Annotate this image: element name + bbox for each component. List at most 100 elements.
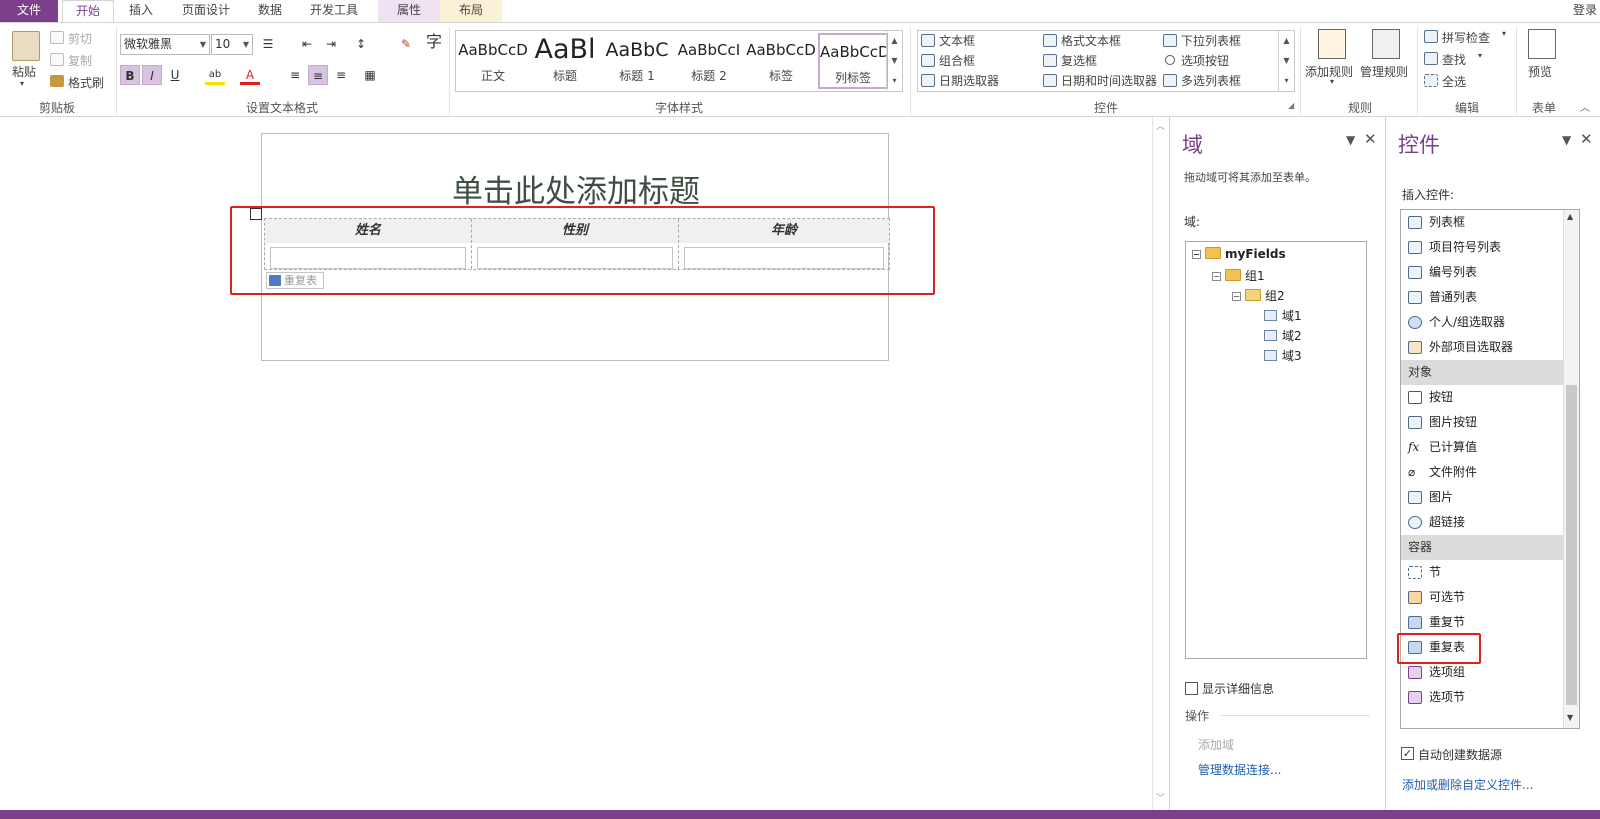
- underline-button[interactable]: U: [165, 65, 185, 85]
- control-listbox[interactable]: 列表框: [1401, 210, 1563, 235]
- add-remove-custom-controls-link[interactable]: 添加或删除自定义控件...: [1402, 776, 1533, 793]
- collapse-icon[interactable]: −: [1232, 292, 1241, 301]
- tab-home[interactable]: 开始: [62, 0, 114, 23]
- tree-node-field3[interactable]: 域3: [1264, 347, 1302, 364]
- close-icon[interactable]: ✕: [1364, 130, 1377, 148]
- collapse-ribbon-icon[interactable]: ︿: [1580, 99, 1590, 114]
- control-choice-section[interactable]: 选项节: [1401, 685, 1563, 710]
- dialog-launcher-icon[interactable]: ◢: [1288, 101, 1294, 110]
- scroll-up-icon[interactable]: ▲: [1567, 212, 1573, 221]
- tab-page-design[interactable]: 页面设计: [170, 0, 242, 22]
- control-repeating-section[interactable]: 重复节: [1401, 610, 1563, 635]
- tree-node-group1[interactable]: − 组1: [1212, 267, 1265, 284]
- line-spacing-icon[interactable]: ↕: [351, 34, 371, 54]
- find-button[interactable]: 查找: [1442, 51, 1466, 68]
- control-calculated-value[interactable]: fx 已计算值: [1401, 435, 1563, 460]
- login-link[interactable]: 登录: [1570, 0, 1600, 22]
- align-left-icon[interactable]: ≡: [285, 65, 305, 85]
- field-tree[interactable]: − myFields − 组1 − 组2 域1 域2 域3: [1185, 241, 1367, 659]
- format-painter-button[interactable]: 格式刷: [68, 74, 104, 91]
- gallery-more-icon[interactable]: ▾: [886, 71, 902, 91]
- chevron-down-icon[interactable]: ▾: [1478, 51, 1482, 60]
- clear-format-icon[interactable]: ✎: [396, 34, 416, 54]
- gallery-scroll-down-icon[interactable]: ▼: [1278, 51, 1294, 71]
- style-heading1[interactable]: AaBbC 标题 1: [602, 33, 672, 89]
- tree-node-root[interactable]: − myFields: [1192, 247, 1286, 261]
- style-normal[interactable]: AaBbCcD 正文: [458, 33, 528, 89]
- ctl-combobox[interactable]: 组合框: [939, 52, 975, 69]
- ctl-multiselect[interactable]: 多选列表框: [1181, 72, 1241, 89]
- control-hyperlink[interactable]: 超链接: [1401, 510, 1563, 535]
- style-title[interactable]: AaBl 标题: [530, 33, 600, 89]
- tree-node-field2[interactable]: 域2: [1264, 327, 1302, 344]
- canvas-scrollbar[interactable]: ︿ ﹀: [1152, 117, 1168, 810]
- style-heading2[interactable]: AaBbCcI 标题 2: [674, 33, 744, 89]
- scroll-down-icon[interactable]: ▼: [1567, 713, 1573, 722]
- bold-button[interactable]: B: [120, 65, 140, 85]
- increase-indent-icon[interactable]: ⇥: [321, 34, 341, 54]
- pane-options-icon[interactable]: ▼: [1562, 133, 1571, 147]
- control-picture-button[interactable]: 图片按钮: [1401, 410, 1563, 435]
- manage-rules-button[interactable]: 管理规则: [1360, 63, 1408, 80]
- control-section[interactable]: 节: [1401, 560, 1563, 585]
- copy-button[interactable]: 复制: [68, 52, 92, 69]
- tab-data[interactable]: 数据: [248, 0, 292, 22]
- gallery-scroll-down-icon[interactable]: ▼: [886, 51, 902, 71]
- style-column-label[interactable]: AaBbCcD 列标签: [818, 33, 888, 89]
- show-details-checkbox[interactable]: [1185, 682, 1198, 695]
- manage-data-connections-link[interactable]: 管理数据连接...: [1198, 761, 1281, 778]
- ctl-checkbox[interactable]: 复选框: [1061, 52, 1097, 69]
- add-field-link[interactable]: 添加域: [1198, 736, 1234, 753]
- borders-icon[interactable]: ▦: [360, 65, 380, 85]
- form-title-placeholder[interactable]: 单击此处添加标题: [262, 166, 890, 211]
- ctl-dropdown[interactable]: 下拉列表框: [1181, 32, 1241, 49]
- gallery-more-icon[interactable]: ▾: [1278, 71, 1294, 91]
- highlight-color-icon[interactable]: ab: [205, 65, 225, 85]
- control-person-picker[interactable]: 个人/组选取器: [1401, 310, 1563, 335]
- controls-list-scrollbar[interactable]: ▲ ▼: [1563, 210, 1579, 728]
- control-optional-section[interactable]: 可选节: [1401, 585, 1563, 610]
- scroll-down-icon[interactable]: ﹀: [1156, 791, 1165, 804]
- control-button[interactable]: 按钮: [1401, 385, 1563, 410]
- align-center-icon[interactable]: ≡: [308, 65, 328, 85]
- close-icon[interactable]: ✕: [1580, 130, 1593, 148]
- control-picture[interactable]: 图片: [1401, 485, 1563, 510]
- control-file-attachment[interactable]: ⌀ 文件附件: [1401, 460, 1563, 485]
- bullets-icon[interactable]: ☰: [258, 34, 278, 54]
- chevron-down-icon[interactable]: ▾: [1502, 29, 1506, 38]
- paste-dropdown-icon[interactable]: ▾: [20, 79, 24, 88]
- paste-button[interactable]: 粘贴: [12, 63, 36, 80]
- tab-layout[interactable]: 布局: [440, 0, 502, 22]
- font-family-select[interactable]: 微软雅黑 ▼: [120, 34, 210, 55]
- collapse-icon[interactable]: −: [1212, 272, 1221, 281]
- ctl-rich-textbox[interactable]: 格式文本框: [1061, 32, 1121, 49]
- ctl-datetime-picker[interactable]: 日期和时间选取器: [1061, 72, 1157, 89]
- select-all-button[interactable]: 全选: [1442, 73, 1466, 90]
- auto-create-datasource-checkbox[interactable]: ✓: [1401, 747, 1414, 760]
- chevron-down-icon[interactable]: ▾: [1330, 77, 1334, 86]
- preview-button[interactable]: 预览: [1528, 63, 1552, 80]
- tree-node-group2[interactable]: − 组2: [1232, 287, 1285, 304]
- cut-button[interactable]: 剪切: [68, 30, 92, 47]
- collapse-icon[interactable]: −: [1192, 250, 1201, 259]
- font-color-icon[interactable]: A: [240, 65, 260, 85]
- ctl-option-button[interactable]: 选项按钮: [1181, 52, 1229, 69]
- tree-node-field1[interactable]: 域1: [1264, 307, 1302, 324]
- tab-developer[interactable]: 开发工具: [298, 0, 370, 22]
- control-plain-list[interactable]: 普通列表: [1401, 285, 1563, 310]
- control-bullet-list[interactable]: 项目符号列表: [1401, 235, 1563, 260]
- char-format-button[interactable]: 字: [424, 32, 444, 52]
- paste-icon[interactable]: [12, 31, 40, 61]
- spellcheck-button[interactable]: 拼写检查: [1442, 29, 1490, 46]
- align-right-icon[interactable]: ≡: [331, 65, 351, 85]
- control-numbered-list[interactable]: 编号列表: [1401, 260, 1563, 285]
- italic-button[interactable]: I: [142, 65, 162, 85]
- ctl-textbox[interactable]: 文本框: [939, 32, 975, 49]
- font-size-select[interactable]: 10 ▼: [211, 34, 253, 55]
- ctl-date-picker[interactable]: 日期选取器: [939, 72, 999, 89]
- tab-insert[interactable]: 插入: [118, 0, 164, 22]
- add-rule-button[interactable]: 添加规则: [1305, 63, 1353, 80]
- tab-properties[interactable]: 属性: [378, 0, 440, 22]
- gallery-scroll-up-icon[interactable]: ▲: [1278, 31, 1294, 51]
- control-external-item-picker[interactable]: 外部项目选取器: [1401, 335, 1563, 360]
